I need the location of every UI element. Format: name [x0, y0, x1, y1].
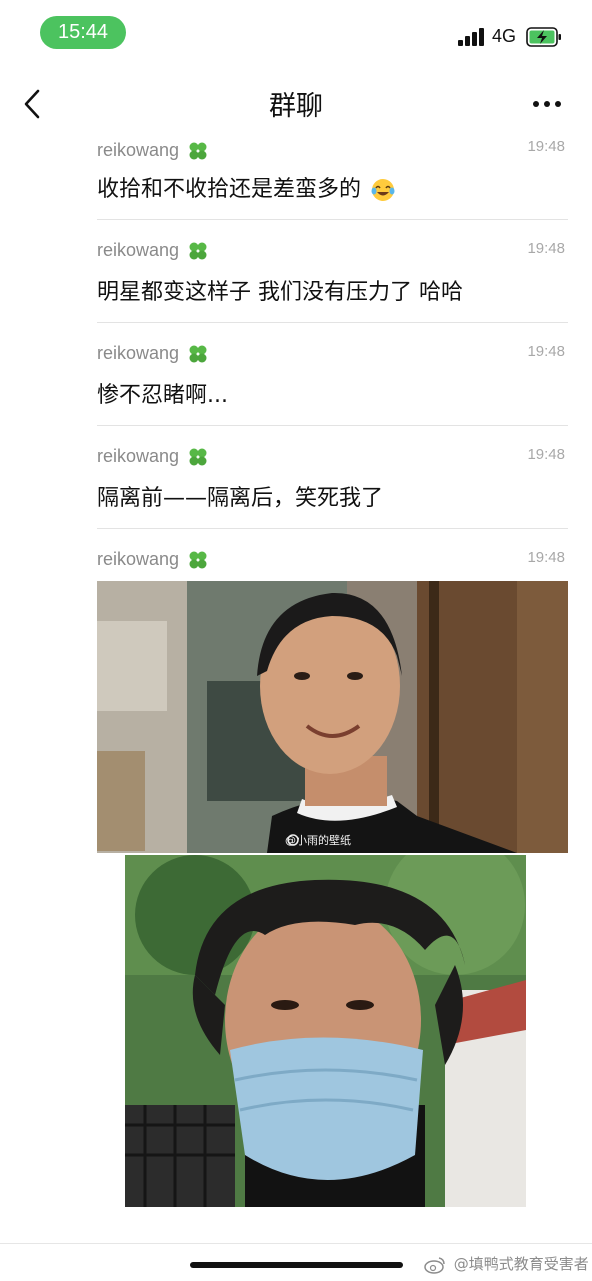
- home-indicator[interactable]: [190, 1262, 403, 1268]
- message-text: 惨不忍睹啊...: [97, 383, 228, 408]
- message-separator: [97, 322, 568, 323]
- chat-message[interactable]: reikowang 19:48 隔离前——隔离后，笑死我了: [97, 446, 568, 516]
- sender-name: reikowang: [97, 240, 180, 260]
- chat-message[interactable]: reikowang 19:48 收拾和不收拾还是差蛮多的: [97, 137, 568, 207]
- before-photo: [97, 581, 568, 853]
- sender-name: reikowang: [97, 343, 180, 363]
- status-time: 15:44: [40, 16, 126, 49]
- footer-watermark-text: @填鸭式教育受害者: [453, 1255, 589, 1273]
- chat-message[interactable]: reikowang 19:48: [97, 549, 568, 579]
- message-sender[interactable]: reikowang: [97, 343, 209, 365]
- sender-name: reikowang: [97, 446, 180, 466]
- battery-charging-icon: [526, 27, 561, 47]
- laughing-crying-emoji-icon: [371, 179, 395, 201]
- message-sender[interactable]: reikowang: [97, 240, 209, 262]
- message-separator: [97, 219, 568, 220]
- message-text: 隔离前——隔离后，笑死我了: [97, 486, 384, 511]
- chat-title: 群聊: [269, 91, 323, 122]
- signal-icon: [458, 28, 486, 46]
- chat-message[interactable]: reikowang 19:48 惨不忍睹啊...: [97, 343, 568, 413]
- after-photo: [125, 855, 526, 1207]
- more-options-icon[interactable]: [530, 94, 564, 114]
- image-watermark: @小雨的壁纸: [285, 834, 351, 847]
- bottom-divider: [0, 1243, 592, 1244]
- sender-name: reikowang: [97, 140, 180, 160]
- message-time: 19:48: [527, 138, 565, 155]
- message-time: 19:48: [527, 549, 565, 566]
- message-text: 明星都变这样子 我们没有压力了 哈哈: [97, 280, 463, 305]
- message-sender[interactable]: reikowang: [97, 446, 209, 468]
- clover-icon: [189, 551, 207, 569]
- chat-message[interactable]: reikowang 19:48 明星都变这样子 我们没有压力了 哈哈: [97, 240, 568, 310]
- message-sender[interactable]: reikowang: [97, 549, 209, 571]
- message-text-content: 收拾和不收拾还是差蛮多的: [97, 177, 362, 202]
- message-image[interactable]: @小雨的壁纸: [97, 581, 568, 1208]
- message-separator: [97, 528, 568, 529]
- message-separator: [97, 425, 568, 426]
- message-time: 19:48: [527, 240, 565, 257]
- clover-icon: [189, 448, 207, 466]
- message-time: 19:48: [527, 343, 565, 360]
- message-text: 收拾和不收拾还是差蛮多的: [97, 171, 396, 203]
- nav-bar: 群聊: [0, 64, 592, 146]
- status-bar: 15:44 4G: [0, 0, 592, 64]
- clover-icon: [189, 242, 207, 260]
- footer-watermark: @填鸭式教育受害者: [424, 1253, 589, 1274]
- network-type: 4G: [492, 26, 517, 46]
- message-sender[interactable]: reikowang: [97, 140, 209, 162]
- sender-name: reikowang: [97, 549, 180, 569]
- weibo-logo-icon: [424, 1256, 445, 1274]
- clover-icon: [189, 345, 207, 363]
- clover-icon: [189, 142, 207, 160]
- message-time: 19:48: [527, 446, 565, 463]
